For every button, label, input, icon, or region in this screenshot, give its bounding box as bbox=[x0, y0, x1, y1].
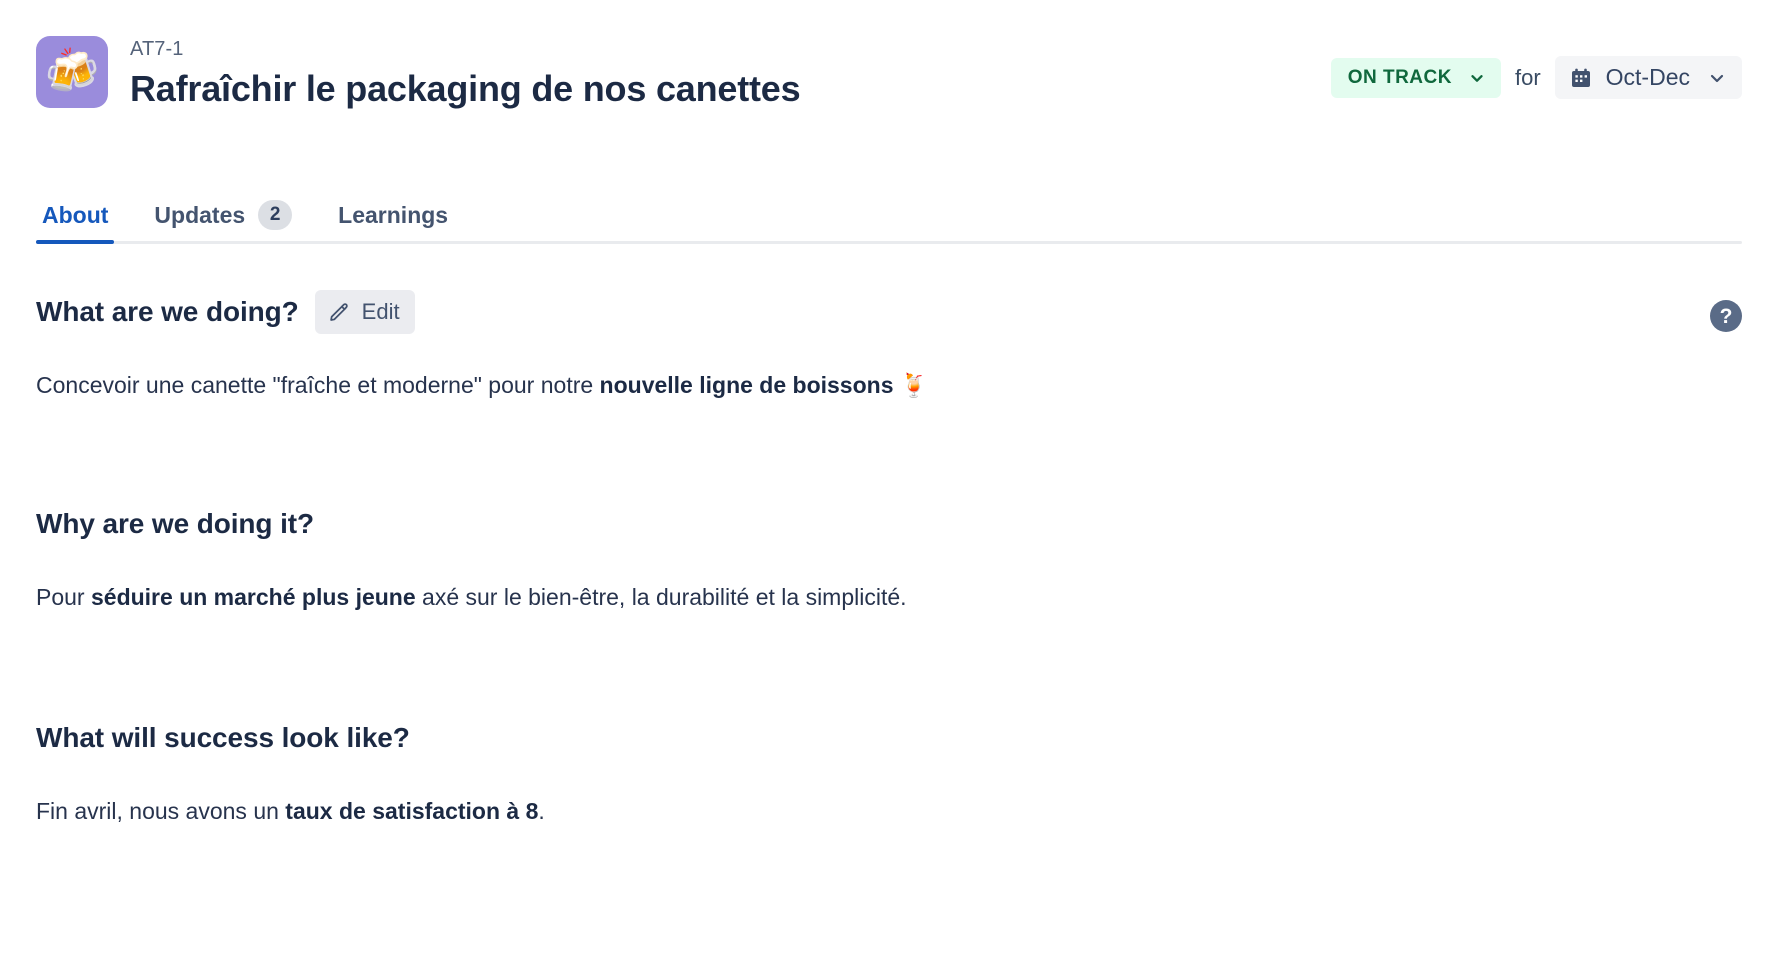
for-label: for bbox=[1514, 64, 1541, 90]
status-badge[interactable]: ON TRACK bbox=[1330, 57, 1501, 98]
calendar-icon bbox=[1569, 66, 1593, 90]
about-content: What are we doing? Edit Concevoir une ca… bbox=[36, 288, 1742, 832]
status-badge-label: ON TRACK bbox=[1347, 66, 1452, 88]
header-right: ON TRACK for Oct-Dec bbox=[1330, 34, 1742, 99]
section-what-are-we-doing: What are we doing? Edit Concevoir une ca… bbox=[36, 288, 1742, 402]
section-title: What are we doing? bbox=[36, 296, 299, 327]
section-body: Concevoir une canette "fraîche et modern… bbox=[36, 368, 1742, 402]
tab-updates[interactable]: Updates 2 bbox=[148, 199, 298, 244]
section-what-will-success-look-like: What will success look like? Fin avril, … bbox=[36, 714, 1742, 828]
section-title: What will success look like? bbox=[36, 722, 410, 753]
date-range-label: Oct-Dec bbox=[1605, 64, 1690, 90]
tab-about[interactable]: About bbox=[36, 199, 115, 244]
tab-list: About Updates 2 Learnings bbox=[36, 198, 1742, 244]
body-span-bold: nouvelle ligne de boissons bbox=[599, 372, 894, 398]
title-block: AT7-1 Rafraîchir le packaging de nos can… bbox=[130, 34, 801, 112]
chevron-down-icon bbox=[1707, 68, 1727, 88]
section-body: Pour séduire un marché plus jeune axé su… bbox=[36, 580, 1742, 614]
edit-button-label: Edit bbox=[361, 299, 400, 324]
chevron-down-icon bbox=[1468, 69, 1486, 87]
section-header: What will success look like? bbox=[36, 714, 1742, 762]
section-header: Why are we doing it? bbox=[36, 500, 1742, 548]
section-body: Fin avril, nous avons un taux de satisfa… bbox=[36, 794, 1742, 828]
page-header: 🍻 AT7-1 Rafraîchir le packaging de nos c… bbox=[0, 0, 1776, 140]
tab-about-label: About bbox=[42, 202, 109, 228]
tab-updates-label: Updates bbox=[154, 202, 246, 228]
pencil-icon bbox=[328, 301, 350, 323]
date-range-selector[interactable]: Oct-Dec bbox=[1554, 56, 1742, 99]
tropical-drink-emoji: 🍹 bbox=[893, 372, 929, 398]
section-why-are-we-doing-it: Why are we doing it? Pour séduire un mar… bbox=[36, 500, 1742, 614]
tab-learnings[interactable]: Learnings bbox=[332, 199, 454, 244]
body-span: axé sur le bien-être, la durabilité et l… bbox=[415, 584, 907, 610]
body-span-bold: séduire un marché plus jeune bbox=[90, 584, 416, 610]
tab-learnings-label: Learnings bbox=[338, 202, 449, 228]
beer-mugs-emoji-glyph: 🍻 bbox=[44, 47, 100, 96]
body-span: Concevoir une canette "fraîche et modern… bbox=[36, 372, 600, 398]
body-span: . bbox=[538, 798, 545, 824]
edit-button[interactable]: Edit bbox=[314, 290, 415, 334]
section-title: Why are we doing it? bbox=[36, 508, 315, 539]
goal-detail-page: 🍻 AT7-1 Rafraîchir le packaging de nos c… bbox=[0, 0, 1776, 968]
tab-updates-badge: 2 bbox=[258, 200, 293, 230]
body-span: Fin avril, nous avons un bbox=[36, 798, 286, 824]
project-key: AT7-1 bbox=[130, 38, 184, 60]
page-title: Rafraîchir le packaging de nos canettes bbox=[130, 68, 801, 109]
body-span: Pour bbox=[36, 584, 91, 610]
beer-mugs-icon: 🍻 bbox=[36, 36, 108, 108]
header-left: 🍻 AT7-1 Rafraîchir le packaging de nos c… bbox=[36, 34, 1331, 112]
tab-bar: About Updates 2 Learnings bbox=[36, 198, 1742, 244]
section-header: What are we doing? Edit bbox=[36, 288, 1742, 336]
body-span-bold: taux de satisfaction à 8 bbox=[285, 798, 539, 824]
